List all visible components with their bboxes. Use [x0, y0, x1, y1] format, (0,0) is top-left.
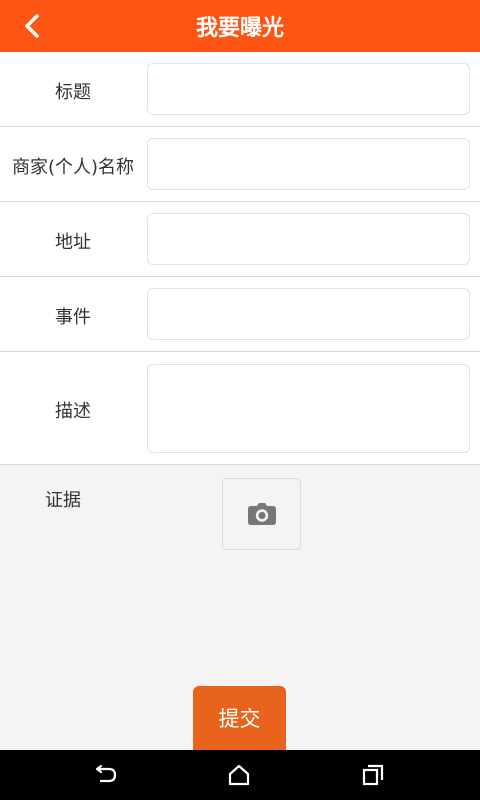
recent-apps-icon — [362, 764, 384, 786]
title-input[interactable] — [147, 63, 470, 115]
page-title: 我要曝光 — [195, 16, 284, 41]
merchant-name-label: 商家(个人)名称 — [11, 157, 135, 178]
back-button[interactable] — [14, 8, 50, 44]
event-input[interactable] — [147, 288, 470, 340]
merchant-name-input[interactable] — [147, 138, 470, 190]
title-label: 标题 — [55, 82, 91, 103]
form-row-event: 事件 — [0, 277, 480, 352]
description-label: 描述 — [55, 401, 91, 422]
form-row-merchant: 商家(个人)名称 — [0, 127, 480, 202]
add-photo-button[interactable] — [222, 478, 301, 550]
form-row-address: 地址 — [0, 202, 480, 277]
chevron-left-icon — [25, 14, 39, 38]
exposure-form: 标题 商家(个人)名称 地址 事件 描述 — [0, 52, 480, 465]
nav-back-button[interactable] — [85, 760, 125, 790]
event-label: 事件 — [55, 307, 91, 328]
address-input[interactable] — [147, 213, 470, 265]
system-nav-bar — [0, 750, 480, 800]
address-label: 地址 — [55, 232, 91, 253]
nav-home-button[interactable] — [219, 760, 259, 790]
camera-icon — [247, 503, 276, 525]
nav-recent-apps-button[interactable] — [353, 760, 393, 790]
description-textarea[interactable] — [147, 364, 470, 453]
submit-button[interactable]: 提交 — [193, 686, 286, 750]
form-row-title: 标题 — [0, 52, 480, 127]
evidence-label: 证据 — [45, 490, 81, 511]
back-icon — [95, 765, 117, 783]
app-header: 我要曝光 — [0, 0, 480, 52]
form-row-description: 描述 — [0, 352, 480, 465]
home-icon — [228, 764, 250, 786]
